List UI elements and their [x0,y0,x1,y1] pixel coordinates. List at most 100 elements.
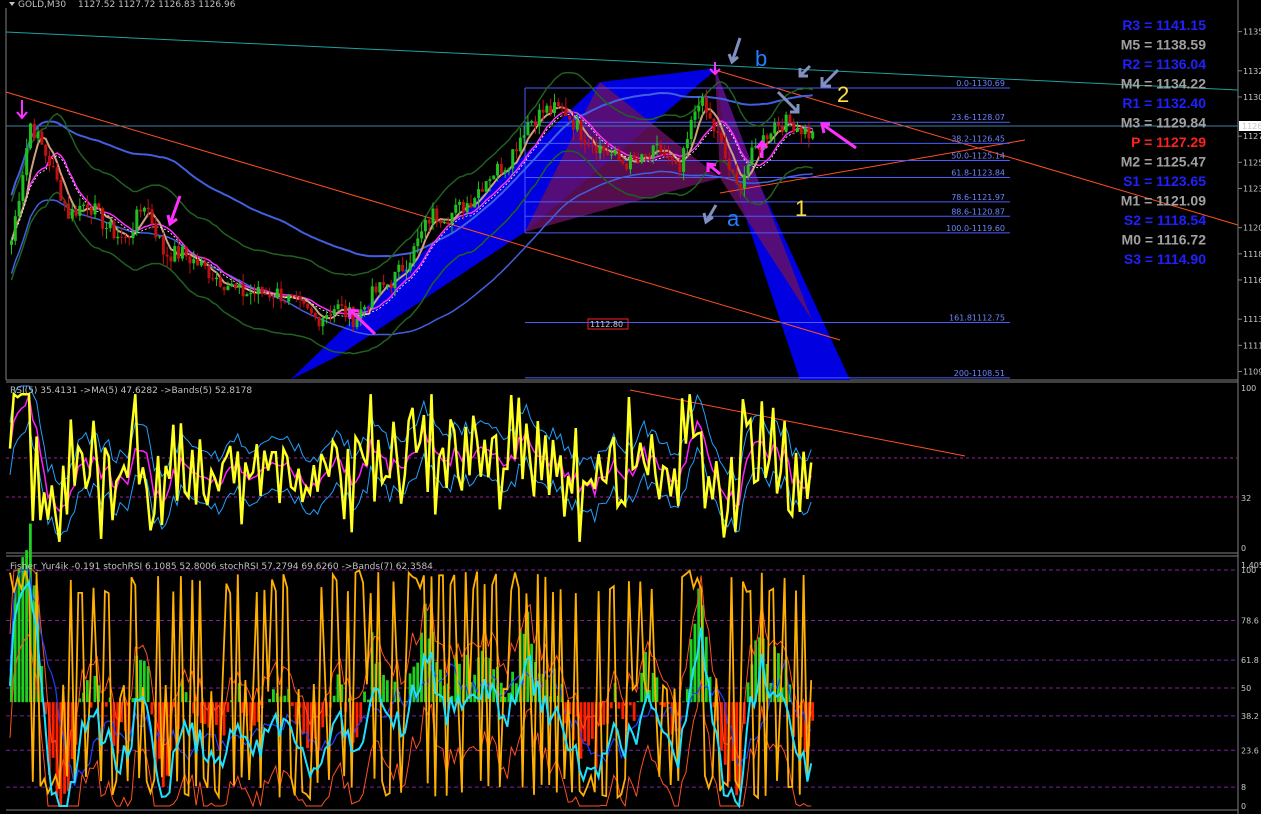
candle-body [628,155,632,170]
candle-body [17,200,21,217]
candle-body [21,175,25,201]
candle-body [530,121,534,123]
candle-body [674,160,678,164]
candle-body [473,198,477,208]
fib-label: 88.6-1120.87 [951,207,1005,216]
fisher-bar [184,692,188,703]
candle-body [450,212,454,224]
rsi-axis-32: 32 [1241,494,1251,503]
candle-body [693,111,697,120]
candle-body [313,313,317,318]
candle-body [241,283,245,297]
candle-body [120,236,124,238]
candle-body [370,286,374,309]
candle-body [184,246,188,257]
candle-body [420,231,424,239]
candle-body [427,219,431,224]
candle-body [207,266,211,279]
fisher-panel[interactable]: Fisher_Yur4ik -0.191 stochRSI 6.1085 52.… [6,523,1261,811]
fisher-title: Fisher_Yur4ik -0.191 stochRSI 6.1085 52.… [10,562,433,572]
triangle-down-icon[interactable] [9,2,15,6]
fisher-bar [13,588,17,703]
candle-body [226,286,230,291]
candle-body [378,282,382,293]
candle-body [461,201,465,213]
fisher-bar [499,682,503,703]
chart-ohlc: 1127.52 1127.72 1126.83 1126.96 [78,0,236,10]
candle-body [397,264,401,272]
candle-body [682,148,686,172]
fisher-bar [621,702,625,720]
candle-body [499,163,503,174]
candle-body [180,246,184,259]
pivot-label: M5 = 1138.59 [1121,37,1206,53]
candle-body [131,232,135,239]
fib-label: 50.0-1125.14 [951,151,1005,160]
candle-body [416,238,420,247]
chart-symbol: GOLD,M30 [18,0,66,10]
candle-body [807,128,811,139]
candle-body [104,228,108,230]
candle-body [275,288,279,298]
price-axis-label: 1130 [1243,93,1261,102]
price-box-label: 1112.80 [590,320,623,329]
wave-label-1: 1 [795,196,807,221]
candle-body [355,318,359,328]
candle-body [290,295,294,297]
fisher-bar [306,702,309,749]
candle-body [799,127,803,135]
candle-body [158,236,162,238]
candle-body [112,221,116,239]
candle-body [385,284,389,286]
fib-label: 61.8-1123.84 [951,168,1005,177]
candle-body [701,97,705,106]
candle-body [123,236,127,238]
fisher-bar [617,702,621,709]
pivot-label: M4 = 1134.22 [1121,76,1206,92]
candle-body [670,156,674,161]
candle-body [328,314,332,316]
pivot-label: M2 = 1125.47 [1121,154,1206,170]
candle-body [803,128,807,135]
price-axis-label: 1109 [1243,367,1261,376]
candle-body [484,181,488,192]
candle-body [279,288,283,302]
arrow-gray-icon [702,204,718,225]
rsi-panel[interactable]: RSI(5) 35.4131 ->MA(5) 47.6282 ->Bands(5… [6,381,1256,554]
fisher-bar [146,666,150,703]
candle-body [796,127,800,132]
candle-body [66,203,70,219]
fisher-bar [640,672,644,703]
pivot-label: S1 = 1123.65 [1123,173,1206,189]
price-axis-label: 1116 [1243,276,1261,285]
arrow-gray-icon [820,68,840,88]
candle-body [294,296,298,298]
candle-body [306,303,310,309]
price-axis-label: 1132 [1243,67,1261,76]
candle-body [74,209,78,216]
candle-body [150,209,154,224]
rsi-axis-0: 0 [1241,544,1246,553]
candle-body [298,296,302,300]
fisher-axis: 1.405510078.661.85038.223.680 [1241,561,1261,811]
candle-body [617,150,621,160]
fisher-axis-label: 8 [1241,783,1246,792]
candle-body [458,201,462,205]
candle-body [177,246,181,259]
candle-body [640,154,644,163]
pivot-label: S2 = 1118.54 [1124,212,1206,228]
fisher-bar [104,702,108,707]
candle-body [283,301,287,303]
candle-body [492,175,496,180]
pivot-label: M1 = 1121.09 [1121,193,1206,209]
candle-body [534,121,538,126]
candle-body [393,271,397,289]
candle-body [89,207,93,215]
candle-body [716,131,720,133]
candle-body [28,123,32,149]
fisher-bar [17,568,21,703]
trading-chart[interactable]: 0.0-1130.69 23.6-1128.07 38.2-1126.45 50.0-… [0,0,1261,814]
candle-body [199,261,203,266]
candle-body [32,123,36,139]
price-axis-label: 1127 [1243,132,1261,141]
